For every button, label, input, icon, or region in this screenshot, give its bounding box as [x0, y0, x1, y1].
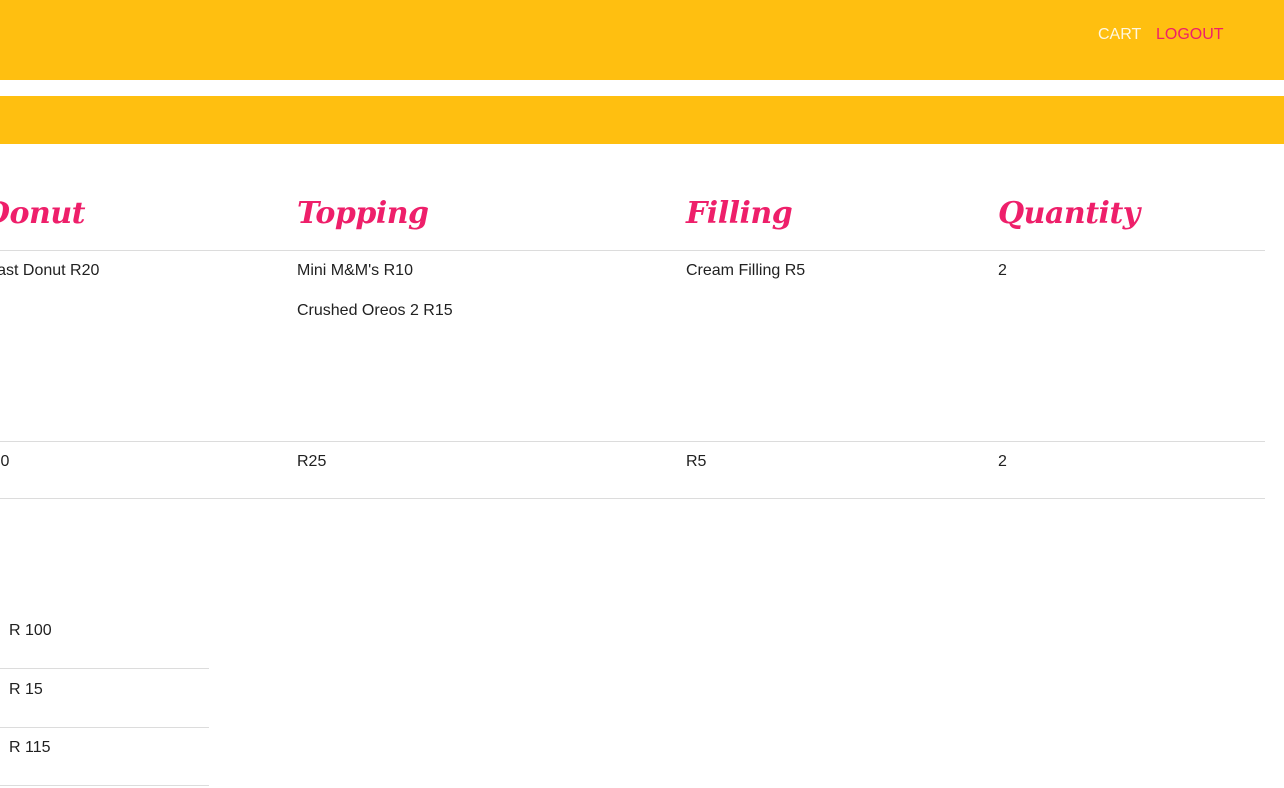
cell-filling: Cream Filling R5: [686, 262, 806, 279]
total-quantity: 2: [998, 453, 1007, 470]
summary-divider: [0, 727, 209, 728]
header-quantity: Quantity: [998, 196, 1140, 231]
cell-topping-1: Mini M&M's R10: [297, 262, 413, 279]
header-filling: Filling: [686, 196, 793, 231]
table-bottom-divider: [0, 498, 1265, 499]
summary-divider: [0, 668, 209, 669]
cell-donut: Yeast Donut R20: [0, 262, 100, 279]
page-banner: [0, 96, 1284, 144]
logout-link[interactable]: LOGOUT: [1156, 26, 1224, 44]
top-navbar: CART LOGOUT: [0, 0, 1284, 80]
cell-topping-2: Crushed Oreos 2 R15: [297, 302, 453, 319]
table-row-divider: [0, 441, 1265, 442]
total-donut: R20: [0, 453, 10, 470]
summary-value-3: R 115: [9, 739, 51, 756]
summary-divider: [0, 785, 209, 786]
cell-quantity: 2: [998, 262, 1007, 279]
total-topping: R25: [297, 453, 327, 470]
header-topping: Topping: [297, 196, 429, 231]
summary-value-2: R 15: [9, 681, 43, 698]
table-header-divider: [0, 250, 1265, 251]
cart-link[interactable]: CART: [1098, 26, 1141, 44]
header-donut: Donut: [0, 196, 86, 231]
summary-value-1: R 100: [9, 622, 52, 639]
total-filling: R5: [686, 453, 707, 470]
